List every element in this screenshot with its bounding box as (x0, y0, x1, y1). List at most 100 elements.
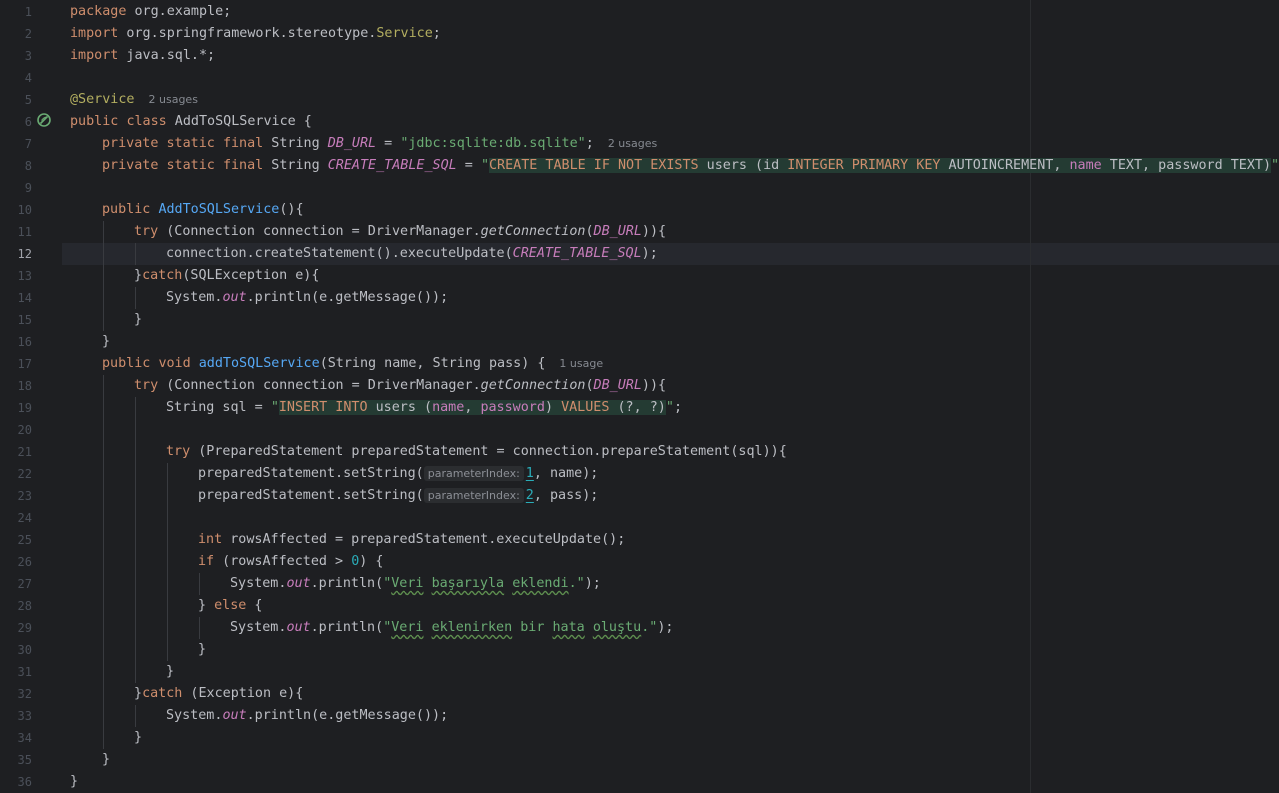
line-number[interactable]: 20 (0, 419, 32, 441)
line-number-gutter[interactable]: 1 2 3 4 5 6 7 8 9 10 11 12 13 14 15 16 17 18 19 20 21 22 23 24 2… (0, 0, 62, 793)
inlay-hint[interactable]: 1 usage (559, 357, 603, 370)
code-token: users (id (698, 158, 788, 173)
line-number[interactable]: 32 (0, 683, 32, 705)
code-editor[interactable]: 1 2 3 4 5 6 7 8 9 10 11 12 13 14 15 16 17 18 19 20 21 22 23 24 2… (0, 0, 1279, 793)
line-number[interactable]: 23 (0, 485, 32, 507)
spring-bean-icon[interactable] (37, 113, 51, 127)
line-number[interactable]: 12 (0, 243, 32, 265)
line-number[interactable]: 30 (0, 639, 32, 661)
code-token: oluştu (592, 620, 642, 635)
line-number[interactable]: 16 (0, 331, 32, 353)
line-number[interactable]: 10 (0, 199, 32, 221)
code-token: = (456, 158, 481, 173)
code-token: } (134, 686, 143, 701)
code-line[interactable]: System.out.println(e.getMessage()); (166, 287, 448, 309)
code-line[interactable]: import java.sql.*; (70, 45, 215, 67)
code-line[interactable]: } (70, 771, 78, 793)
inlay-hint[interactable]: 2 usages (149, 93, 198, 106)
code-line[interactable]: try (Connection connection = DriverManag… (134, 221, 666, 243)
line-number[interactable]: 8 (0, 155, 32, 177)
indent-guide (199, 573, 200, 595)
code-line[interactable]: } else { (198, 595, 263, 617)
line-number[interactable]: 34 (0, 727, 32, 749)
indent-guide (135, 639, 136, 661)
line-number[interactable]: 3 (0, 45, 32, 67)
code-line[interactable]: private static final String CREATE_TABLE… (102, 155, 1279, 177)
line-number[interactable]: 21 (0, 441, 32, 463)
line-number[interactable]: 17 (0, 353, 32, 375)
line-number[interactable]: 36 (0, 771, 32, 793)
line-number[interactable]: 22 (0, 463, 32, 485)
line-number[interactable]: 18 (0, 375, 32, 397)
line-number[interactable]: 27 (0, 573, 32, 595)
code-line[interactable]: System.out.println("Veri başarıyla eklen… (230, 573, 601, 595)
line-number[interactable]: 26 (0, 551, 32, 573)
indent-guide (135, 507, 136, 529)
line-number[interactable]: 25 (0, 529, 32, 551)
inlay-hint[interactable]: 2 usages (608, 137, 657, 150)
code-token: @Service (70, 92, 135, 107)
line-number[interactable]: 33 (0, 705, 32, 727)
code-token: } (102, 752, 111, 767)
line-number[interactable]: 13 (0, 265, 32, 287)
code-line[interactable]: public AddToSQLService(){ (102, 199, 304, 221)
code-line[interactable]: } (166, 661, 174, 683)
code-line[interactable]: private static final String DB_URL = "jd… (102, 133, 657, 155)
line-number[interactable]: 6 (0, 111, 32, 133)
code-token: " (1271, 158, 1279, 173)
line-number[interactable]: 9 (0, 177, 32, 199)
line-number[interactable]: 5 (0, 89, 32, 111)
code-line[interactable]: } (102, 749, 110, 771)
line-number[interactable]: 24 (0, 507, 32, 529)
code-token: )){ (641, 378, 667, 393)
line-number[interactable]: 11 (0, 221, 32, 243)
line-number[interactable]: 2 (0, 23, 32, 45)
code-token: Service (376, 26, 433, 41)
code-token: try (166, 444, 191, 459)
line-number[interactable]: 14 (0, 287, 32, 309)
line-number[interactable]: 19 (0, 397, 32, 419)
code-token: CREATE_TABLE_SQL (512, 246, 642, 261)
code-line[interactable]: preparedStatement.setString(parameterInd… (198, 485, 598, 507)
code-line[interactable]: package org.example; (70, 1, 231, 23)
code-line[interactable]: } (198, 639, 206, 661)
code-line[interactable]: @Service 2 usages (70, 89, 198, 111)
line-number[interactable]: 1 (0, 1, 32, 23)
code-line[interactable]: String sql = "INSERT INTO users (name, p… (166, 397, 682, 419)
code-line[interactable]: public class AddToSQLService { (70, 111, 312, 133)
code-line[interactable]: public void addToSQLService(String name,… (102, 353, 603, 375)
code-token: private (102, 158, 159, 173)
code-line[interactable]: } (134, 309, 142, 331)
line-number[interactable]: 31 (0, 661, 32, 683)
code-line[interactable]: preparedStatement.setString(parameterInd… (198, 463, 598, 485)
line-number[interactable]: 28 (0, 595, 32, 617)
code-line[interactable]: connection.createStatement().executeUpda… (166, 243, 658, 265)
line-number[interactable]: 15 (0, 309, 32, 331)
code-line[interactable]: } (102, 331, 110, 353)
code-token: "jdbc:sqlite:db.sqlite" (400, 136, 586, 151)
code-line[interactable]: }catch (Exception e){ (134, 683, 303, 705)
indent-guide (103, 463, 104, 485)
line-number[interactable]: 7 (0, 133, 32, 155)
line-number[interactable]: 35 (0, 749, 32, 771)
code-line[interactable]: System.out.println("Veri eklenirken bir … (230, 617, 673, 639)
code-token: ; (585, 136, 594, 151)
code-token: (PreparedStatement preparedStatement = c… (190, 444, 787, 459)
code-line[interactable]: try (PreparedStatement preparedStatement… (166, 441, 787, 463)
code-line[interactable]: int rowsAffected = preparedStatement.exe… (198, 529, 625, 551)
code-token: " (480, 158, 489, 173)
code-token: out (286, 576, 311, 591)
code-line[interactable]: }catch(SQLException e){ (134, 265, 319, 287)
line-number[interactable]: 4 (0, 67, 32, 89)
code-line[interactable]: } (134, 727, 142, 749)
code-token: } (198, 598, 215, 613)
code-line[interactable]: try (Connection connection = DriverManag… (134, 375, 666, 397)
code-line[interactable]: import org.springframework.stereotype.Se… (70, 23, 441, 45)
code-line[interactable]: System.out.println(e.getMessage()); (166, 705, 448, 727)
code-line[interactable]: if (rowsAffected > 0) { (198, 551, 383, 573)
code-token: ); (584, 576, 601, 591)
indent-guide (103, 595, 104, 617)
line-number[interactable]: 29 (0, 617, 32, 639)
code-token: , pass); (533, 488, 599, 503)
